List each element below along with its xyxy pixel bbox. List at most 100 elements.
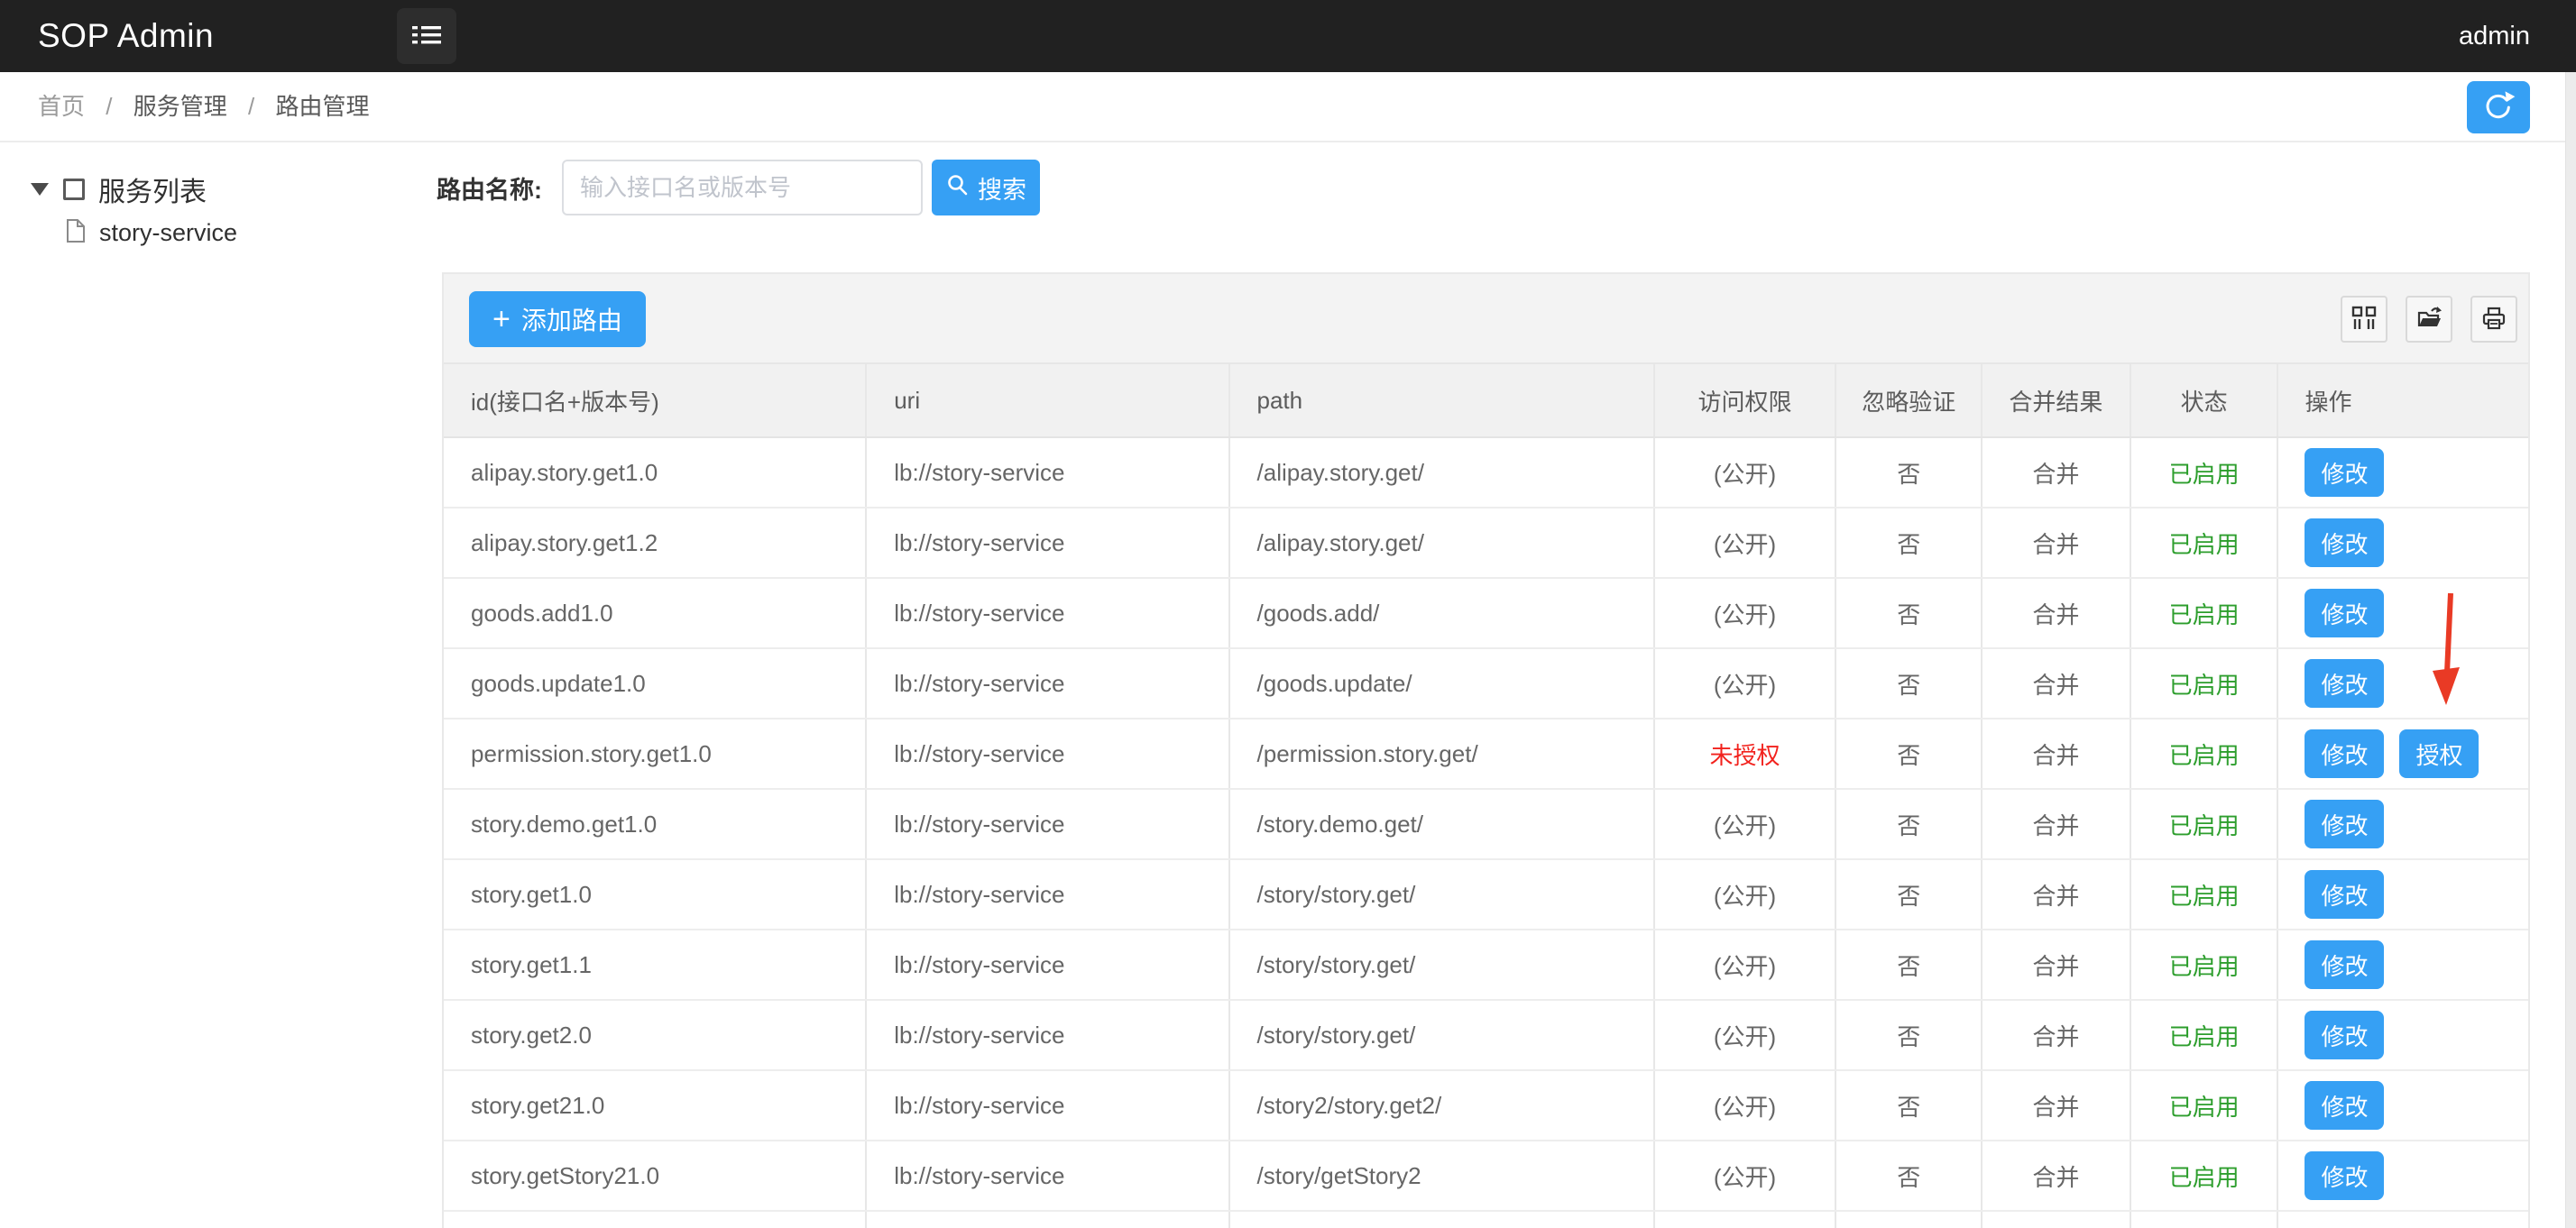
- export-button[interactable]: [2406, 296, 2452, 343]
- magnifier-icon: [945, 172, 978, 204]
- cell-path: /alipay.story.get/: [1230, 438, 1655, 507]
- cell-merge: 合并: [1983, 579, 2131, 647]
- cell-actions: 修改: [2278, 1141, 2528, 1210]
- cell-ignore: 否: [1836, 579, 1983, 647]
- cell-status: 已启用: [2131, 579, 2279, 647]
- user-name[interactable]: admin: [2459, 0, 2530, 72]
- breadcrumb-home[interactable]: 首页: [38, 93, 85, 120]
- cell-merge: 合并: [1983, 1141, 2131, 1210]
- sidebar-toggle-button[interactable]: [397, 8, 456, 64]
- breadcrumb-service-mgmt[interactable]: 服务管理: [133, 93, 227, 120]
- cell-path: /story/story.get/: [1230, 930, 1655, 999]
- cell-ignore: 否: [1836, 860, 1983, 929]
- modify-button[interactable]: 修改: [2305, 870, 2384, 919]
- cell-actions: 修改: [2278, 1001, 2528, 1069]
- add-route-button[interactable]: + 添加路由: [469, 291, 646, 347]
- tree-node-label[interactable]: 服务列表: [98, 170, 207, 209]
- tree-node-story-service[interactable]: story-service: [65, 218, 237, 248]
- cell-id: story.demo.get1.0: [444, 790, 867, 858]
- cell-id: alipay.story.get1.0: [444, 438, 867, 507]
- cell-ignore: 否: [1836, 719, 1983, 788]
- cell-id: alipay.story.get1.2: [444, 509, 867, 577]
- search-button[interactable]: 搜索: [932, 160, 1040, 215]
- cell-path: /story2/story.get2/: [1230, 1071, 1655, 1140]
- table-row: alipay.story.get1.2 lb://story-service /…: [444, 509, 2528, 579]
- tree-node-service-list[interactable]: 服务列表: [31, 170, 207, 209]
- cell-actions: 修改: [2278, 649, 2528, 718]
- modify-button[interactable]: 修改: [2305, 589, 2384, 637]
- cell-merge: 合并: [1983, 649, 2131, 718]
- column-header-actions: 操作: [2278, 364, 2528, 436]
- add-route-label: 添加路由: [521, 301, 622, 337]
- cell-actions: 修改: [2278, 579, 2528, 647]
- cell-merge: 合并: [1983, 1071, 2131, 1140]
- column-header-path: path: [1230, 364, 1655, 436]
- search-button-label: 搜索: [978, 170, 1026, 206]
- cell-uri: lb://story-service: [867, 860, 1229, 929]
- cell-ignore: 否: [1836, 649, 1983, 718]
- cell-status: 已启用: [2131, 649, 2279, 718]
- table-row: story.getStory21.0 lb://story-service /s…: [444, 1141, 2528, 1212]
- route-table-panel: + 添加路由: [442, 272, 2530, 1228]
- cell-uri: lb://story-service: [867, 930, 1229, 999]
- modify-button[interactable]: 修改: [2305, 659, 2384, 708]
- plus-icon: +: [492, 304, 511, 334]
- breadcrumb: 首页 / 服务管理 / 路由管理: [38, 72, 369, 141]
- breadcrumb-separator: /: [106, 93, 112, 120]
- authorize-button[interactable]: 授权: [2399, 729, 2479, 778]
- modify-button[interactable]: 修改: [2305, 1151, 2384, 1200]
- modify-button[interactable]: 修改: [2305, 518, 2384, 567]
- page-scrollbar[interactable]: [2565, 72, 2576, 1228]
- modify-button[interactable]: 修改: [2305, 729, 2384, 778]
- cell-permission: 未授权: [1655, 719, 1837, 788]
- column-header-status: 状态: [2131, 364, 2279, 436]
- tree-node-label[interactable]: story-service: [99, 219, 237, 247]
- cell-path: /alipay.story.get/: [1230, 509, 1655, 577]
- modify-button[interactable]: 修改: [2305, 448, 2384, 497]
- print-button[interactable]: [2470, 296, 2517, 343]
- cell-permission: (公开): [1655, 438, 1837, 507]
- cell-ignore: 否: [1836, 790, 1983, 858]
- table-row: story.get2.0 lb://story-service /story/s…: [444, 1001, 2528, 1071]
- route-search-form: 路由名称: 搜索: [437, 160, 1040, 215]
- modify-button[interactable]: 修改: [2305, 940, 2384, 989]
- cell-path: /story/story.get/: [1230, 860, 1655, 929]
- cell-status: 已启用: [2131, 438, 2279, 507]
- refresh-button[interactable]: [2467, 81, 2530, 133]
- column-settings-button[interactable]: [2341, 296, 2387, 343]
- cell-actions: 修改: [2278, 438, 2528, 507]
- refresh-icon: [2480, 88, 2516, 127]
- cell-merge: 合并: [1983, 1001, 2131, 1069]
- cell-actions: [2278, 1212, 2528, 1228]
- cell-id: story.get21.0: [444, 1071, 867, 1140]
- cell-ignore: [1836, 1212, 1983, 1228]
- cell-ignore: 否: [1836, 930, 1983, 999]
- cell-actions: 修改授权: [2278, 719, 2528, 788]
- table-tools: [2323, 296, 2517, 343]
- columns-grid-icon: [2351, 305, 2378, 334]
- list-icon: [410, 21, 443, 52]
- cell-status: 已启用: [2131, 860, 2279, 929]
- modify-button[interactable]: 修改: [2305, 1081, 2384, 1130]
- column-header-uri: uri: [867, 364, 1229, 436]
- table-row: permission.story.get1.0 lb://story-servi…: [444, 719, 2528, 790]
- cell-id: story.get2.0: [444, 1001, 867, 1069]
- cell-id: story.getStory21.0: [444, 1141, 867, 1210]
- cell-path: /goods.add/: [1230, 579, 1655, 647]
- route-name-input[interactable]: [562, 160, 923, 215]
- cell-merge: [1983, 1212, 2131, 1228]
- cell-status: [2131, 1212, 2279, 1228]
- cell-id: permission.story.get1.0: [444, 719, 867, 788]
- modify-button[interactable]: 修改: [2305, 1011, 2384, 1059]
- cell-permission: (公开): [1655, 509, 1837, 577]
- modify-button[interactable]: 修改: [2305, 800, 2384, 848]
- column-header-permission: 访问权限: [1655, 364, 1837, 436]
- tree-expand-caret-icon[interactable]: [31, 183, 49, 196]
- cell-id: goods.add1.0: [444, 579, 867, 647]
- cell-uri: lb://story-service: [867, 649, 1229, 718]
- printer-icon: [2480, 305, 2507, 334]
- export-folder-icon: [2415, 305, 2443, 334]
- cell-uri: lb://story-service: [867, 1141, 1229, 1210]
- cell-status: 已启用: [2131, 930, 2279, 999]
- cell-permission: (公开): [1655, 930, 1837, 999]
